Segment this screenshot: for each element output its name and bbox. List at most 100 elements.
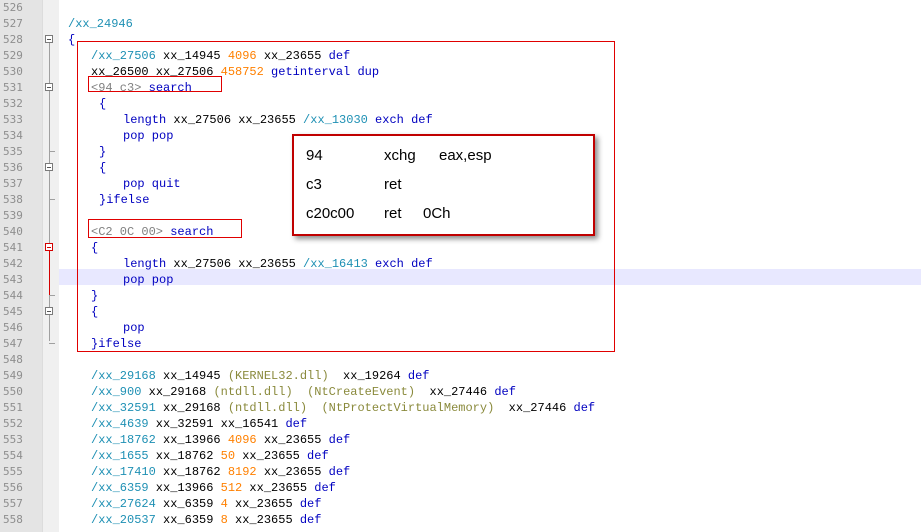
line-number: 528 [3,33,23,46]
code-text: /xx_4639 xx_32591 xx_16541 def [91,416,307,432]
code-token: def [328,465,351,479]
line-number: 551 [3,401,23,414]
disasm-mnemonic: xchg [384,147,416,164]
line-number: 548 [3,353,23,366]
code-text: { [68,32,75,48]
code-text: /xx_24946 [68,16,133,32]
fold-toggle-icon[interactable] [45,163,53,171]
disasm-mnemonic: ret [384,205,402,222]
code-token: (NtCreateEvent) [307,385,416,399]
code-token: 4 [220,497,228,511]
line-number: 556 [3,481,23,494]
code-token: (KERNEL32.dll) [227,369,329,383]
code-token: xx_18762 [155,465,228,479]
code-token: xx_23655 [242,481,315,495]
code-line[interactable]: 553/xx_18762 xx_13966 4096 xx_23655 def [0,432,921,448]
line-number: 534 [3,129,23,142]
code-token: def [314,481,336,495]
fold-toggle-icon[interactable] [45,83,53,91]
code-text: /xx_27624 xx_6359 4 xx_23655 def [91,496,321,512]
line-number: 546 [3,321,23,334]
line-number: 557 [3,497,23,510]
line-number: 530 [3,65,23,78]
line-number: 538 [3,193,23,206]
code-token: xx_13966 [155,433,228,447]
code-token: (NtProtectVirtualMemory) [321,401,495,415]
code-line[interactable]: 550/xx_900 xx_29168 (ntdll.dll) (NtCreat… [0,384,921,400]
code-token: xx_23655 [235,449,308,463]
fold-toggle-icon[interactable] [45,243,53,251]
code-token: /xx_24946 [68,17,133,31]
line-number: 539 [3,209,23,222]
line-number: 552 [3,417,23,430]
code-token: 8192 [227,465,257,479]
code-line[interactable]: 552/xx_4639 xx_32591 xx_16541 def [0,416,921,432]
fold-toggle-icon[interactable] [45,307,53,315]
line-number: 527 [3,17,23,30]
code-token: def [299,497,322,511]
code-text: /xx_29168 xx_14945 (KERNEL32.dll) xx_192… [91,368,429,384]
code-token: /xx_1655 [91,449,149,463]
line-number: 553 [3,433,23,446]
disasm-bytes: 94 [306,147,323,164]
code-token: def [407,369,430,383]
code-line[interactable]: 554/xx_1655 xx_18762 50 xx_23655 def [0,448,921,464]
code-text: /xx_20537 xx_6359 8 xx_23655 def [91,512,321,528]
disasm-operands: 0Ch [423,205,451,222]
code-token: def [573,401,596,415]
code-token: 8 [220,513,228,527]
code-token: xx_6359 [155,513,221,527]
code-token: def [494,385,516,399]
line-number: 533 [3,113,23,126]
code-token: { [68,33,76,47]
line-number: 555 [3,465,23,478]
code-line[interactable]: 526 [0,0,921,16]
code-text: /xx_6359 xx_13966 512 xx_23655 def [91,480,336,496]
code-token: xx_29168 [155,401,228,415]
code-line[interactable]: 557/xx_27624 xx_6359 4 xx_23655 def [0,496,921,512]
code-line[interactable]: 549/xx_29168 xx_14945 (KERNEL32.dll) xx_… [0,368,921,384]
code-token: def [307,449,329,463]
code-token: xx_27446 [494,401,574,415]
code-token: xx_13966 [148,481,221,495]
code-token: xx_18762 [148,449,221,463]
code-token: xx_23655 [256,465,329,479]
line-number: 558 [3,513,23,526]
line-number: 543 [3,273,23,286]
line-number: 535 [3,145,23,158]
line-number: 544 [3,289,23,302]
fold-toggle-icon[interactable] [45,35,53,43]
code-token: def [285,417,308,431]
line-number: 532 [3,97,23,110]
code-token: xx_32591 xx_16541 [148,417,286,431]
disasm-bytes: c3 [306,176,322,193]
code-token: /xx_27624 [91,497,156,511]
line-number: 529 [3,49,23,62]
line-number: 541 [3,241,23,254]
line-number: 537 [3,177,23,190]
disasm-operands: eax,esp [439,147,492,164]
code-line[interactable]: 527/xx_24946 [0,16,921,32]
code-line[interactable]: 556/xx_6359 xx_13966 512 xx_23655 def [0,480,921,496]
code-token: xx_23655 [227,513,300,527]
code-token: xx_14945 [155,369,228,383]
code-token: 512 [220,481,243,495]
line-number: 549 [3,369,23,382]
code-line[interactable]: 558/xx_20537 xx_6359 8 xx_23655 def [0,512,921,528]
code-text: /xx_18762 xx_13966 4096 xx_23655 def [91,432,350,448]
code-token: /xx_29168 [91,369,156,383]
code-token: xx_6359 [155,497,221,511]
line-number: 531 [3,81,23,94]
line-number: 526 [3,1,23,14]
code-token: xx_19264 [328,369,408,383]
code-text: /xx_900 xx_29168 (ntdll.dll) (NtCreateEv… [91,384,516,400]
line-number: 540 [3,225,23,238]
code-line[interactable]: 555/xx_17410 xx_18762 8192 xx_23655 def [0,464,921,480]
line-number: 547 [3,337,23,350]
code-line[interactable]: 551/xx_32591 xx_29168 (ntdll.dll) (NtPro… [0,400,921,416]
code-token: /xx_32591 [91,401,156,415]
code-line[interactable]: 548 [0,352,921,368]
code-token: /xx_18762 [91,433,156,447]
